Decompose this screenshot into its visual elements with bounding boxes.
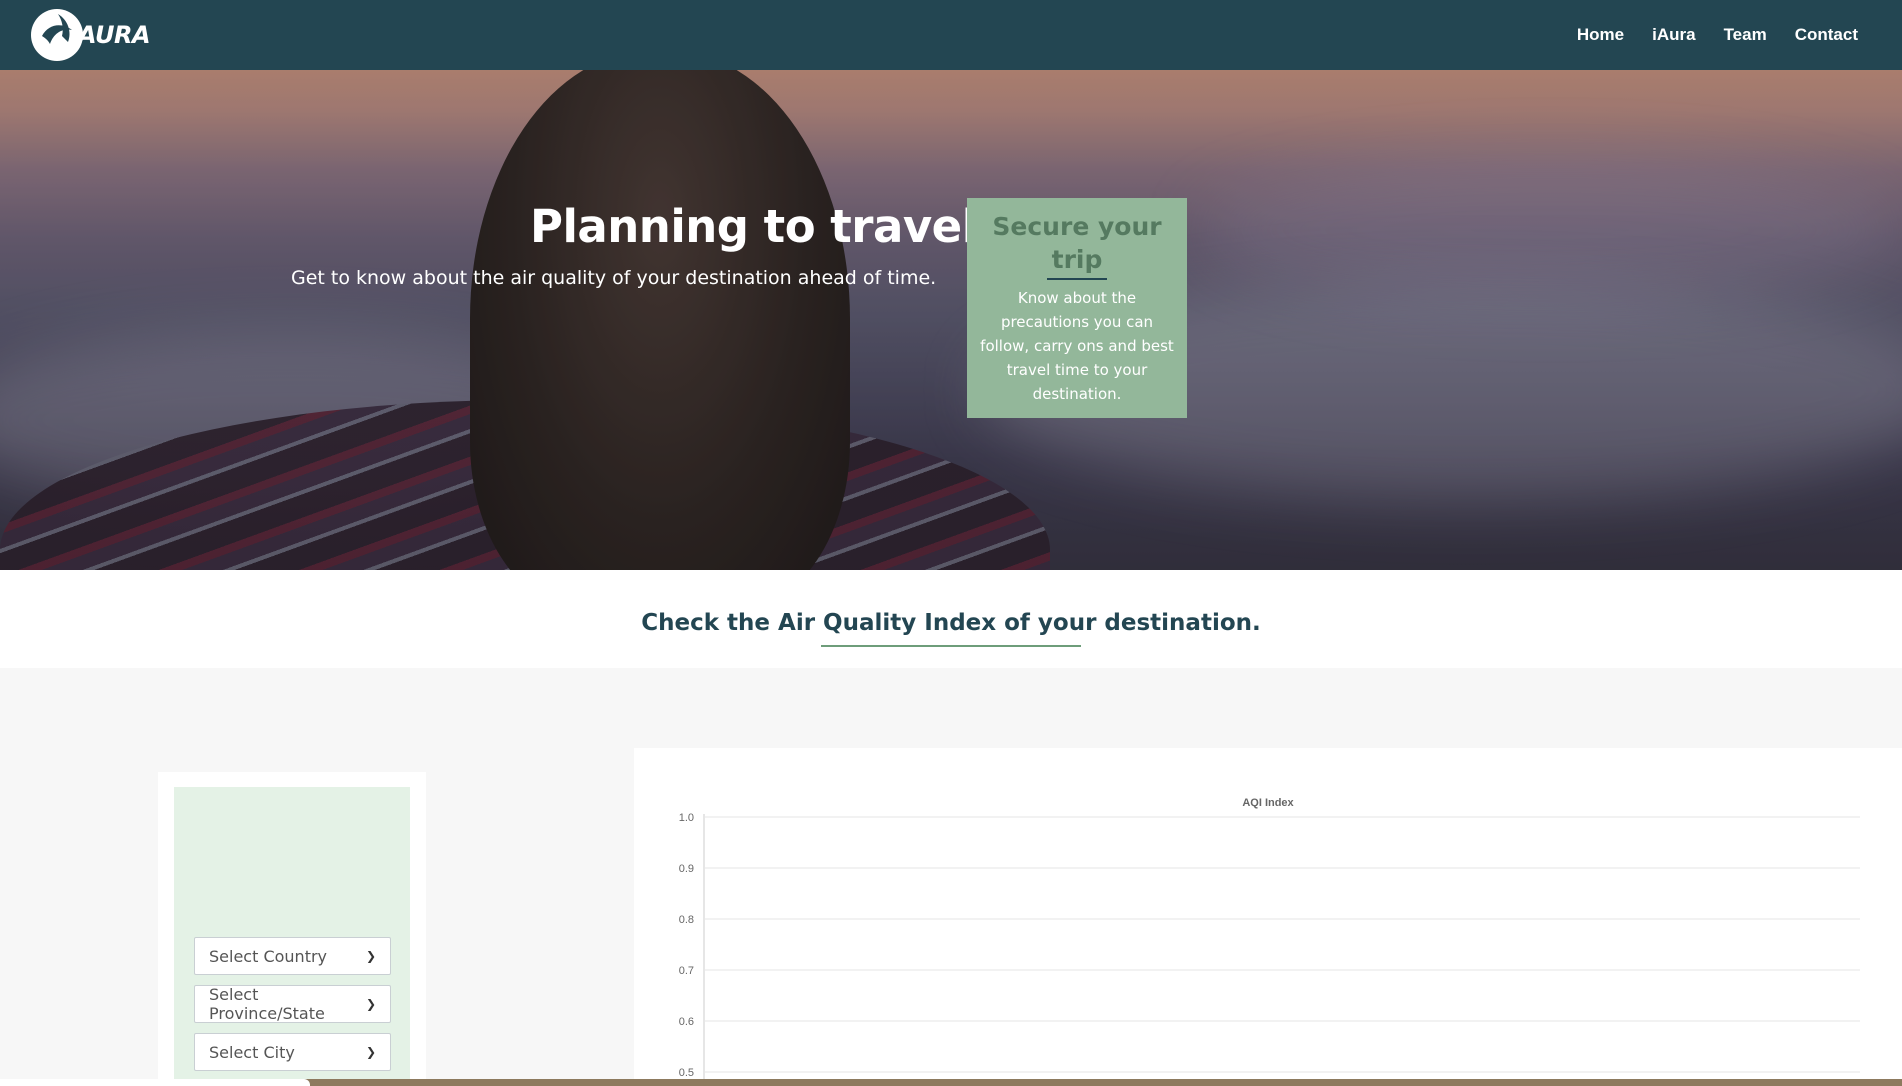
chevron-down-icon: ❯ (365, 997, 376, 1011)
secure-trip-divider (1047, 278, 1107, 280)
secure-trip-title: Secure your trip (992, 212, 1162, 274)
location-selector-card: Select Country ❯ Select Province/State ❯… (158, 772, 426, 1086)
location-selector-panel: Select Country ❯ Select Province/State ❯… (174, 787, 410, 1086)
nav-contact-link[interactable]: Contact (1795, 25, 1858, 45)
city-select-value: Select City (209, 1042, 295, 1062)
navbar: AURA Home iAura Team Contact (0, 0, 1902, 70)
aqi-chart-card: AQI Index 1.0 0.9 0.8 0.7 0.6 0.5 (634, 748, 1902, 1086)
hero-title: Planning to travel? (530, 200, 1003, 253)
chevron-down-icon: ❯ (365, 1045, 376, 1059)
aura-logo[interactable]: AURA (28, 6, 151, 64)
chart-y-tick-label: 0.8 (679, 914, 694, 926)
nav-team-link[interactable]: Team (1724, 25, 1767, 45)
nav-home-link[interactable]: Home (1577, 25, 1624, 45)
aqi-heading-band: Check the Air Quality Index of your dest… (0, 570, 1902, 668)
nav-links: Home iAura Team Contact (1577, 0, 1858, 70)
secure-trip-card[interactable]: Secure your trip Know about the precauti… (967, 198, 1187, 418)
aqi-heading-underline (821, 645, 1081, 647)
hero-overlay (0, 70, 1902, 570)
province-select-value: Select Province/State (209, 985, 325, 1023)
chart-grid: 1.0 0.9 0.8 0.7 0.6 0.5 (679, 812, 1860, 1079)
city-select[interactable]: Select City ❯ (194, 1033, 391, 1071)
chart-title: AQI Index (1242, 797, 1294, 809)
logo-text: AURA (78, 21, 151, 49)
hero-subtitle: Get to know about the air quality of you… (291, 267, 937, 289)
chart-y-tick-label: 1.0 (679, 812, 694, 824)
country-select[interactable]: Select Country ❯ (194, 937, 391, 975)
footer-strip-accent (0, 1079, 310, 1086)
province-select[interactable]: Select Province/State ❯ (194, 985, 391, 1023)
aqi-chart: AQI Index 1.0 0.9 0.8 0.7 0.6 0.5 (679, 797, 1860, 1086)
chart-y-tick-label: 0.6 (679, 1016, 694, 1028)
secure-trip-text: Know about the precautions you can follo… (980, 289, 1174, 403)
chart-y-tick-label: 0.5 (679, 1067, 694, 1079)
chart-y-tick-label: 0.9 (679, 863, 694, 875)
nav-iaura-link[interactable]: iAura (1652, 25, 1695, 45)
aqi-heading: Check the Air Quality Index of your dest… (641, 610, 1261, 636)
chevron-down-icon: ❯ (365, 949, 376, 963)
chart-y-tick-label: 0.7 (679, 965, 694, 977)
hero-section: Planning to travel? Get to know about th… (0, 70, 1902, 570)
country-select-value: Select Country (209, 946, 328, 966)
